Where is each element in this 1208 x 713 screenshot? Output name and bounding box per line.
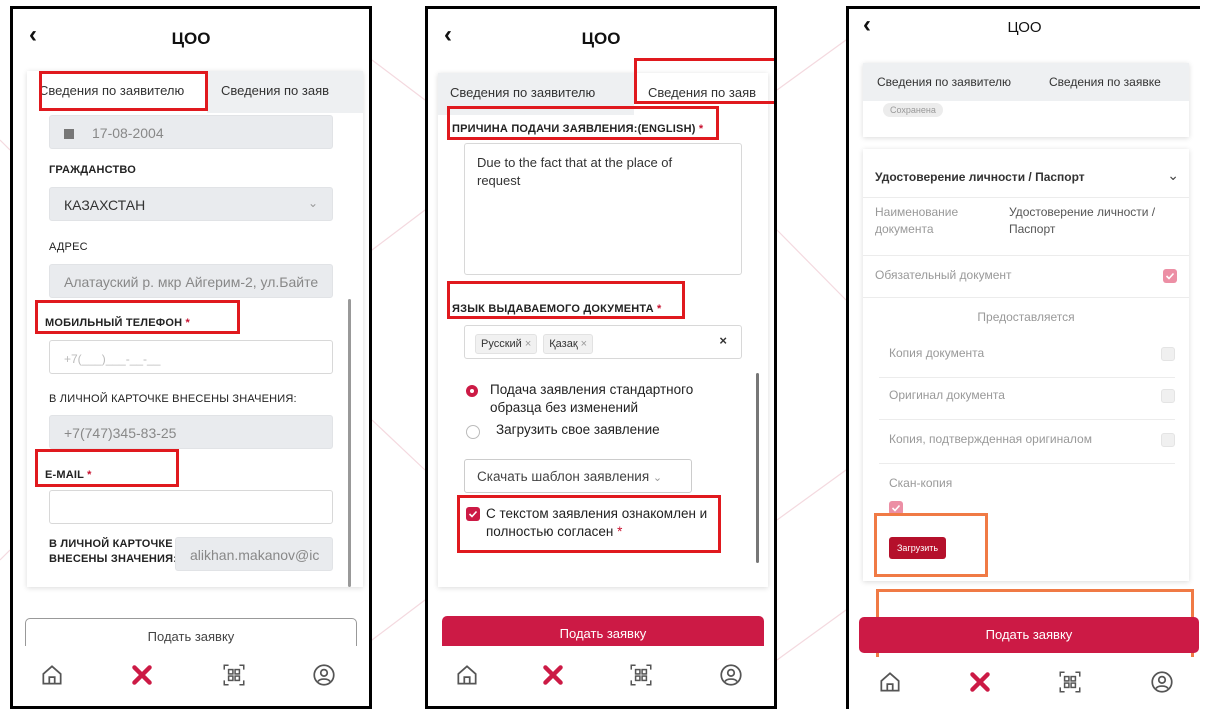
tools-icon[interactable] (967, 669, 993, 695)
form-card: Сведения по заявителю Сведения по заяв 1… (27, 71, 363, 587)
copy-checkbox[interactable] (1161, 347, 1175, 361)
qr-code-icon[interactable] (221, 662, 247, 688)
mandatory-label: Обязательный документ (875, 268, 1012, 282)
section-title: Удостоверение личности / Паспорт (875, 170, 1085, 184)
tab-applicant[interactable]: Сведения по заявителю (27, 71, 207, 113)
document-card: Удостоверение личности / Паспорт ⌄ Наиме… (863, 149, 1189, 581)
summary-card: Сведения по заявителю Сведения по заявке… (863, 63, 1189, 137)
qr-code-icon[interactable] (628, 662, 654, 688)
birthdate-field[interactable]: 17-08-2004 (49, 115, 333, 149)
original-checkbox[interactable] (1161, 389, 1175, 403)
scrollbar[interactable] (756, 373, 759, 563)
radio-standard[interactable] (466, 385, 478, 397)
citizenship-label: ГРАЖДАНСТВО (49, 164, 137, 176)
scan-checkbox[interactable] (889, 501, 903, 515)
top-bar: ‹ ЦОО (428, 9, 774, 67)
copy-label: Копия документа (889, 346, 985, 360)
doc-name-label: Наименование документа (875, 205, 959, 236)
phone-screen-applicant: ‹ ЦОО Сведения по заявителю Сведения по … (10, 6, 372, 709)
tab-application[interactable]: Сведения по заяв (634, 73, 768, 115)
home-icon[interactable] (39, 662, 65, 688)
radio-upload-own-label: Загрузить свое заявление (496, 422, 660, 437)
card-values-label-2: В ЛИЧНОЙ КАРТОЧКЕ ВНЕСЕНЫ ЗНАЧЕНИЯ: (49, 538, 178, 565)
top-bar: ‹ ЦОО (849, 9, 1200, 51)
certified-copy-label: Копия, подтвержденная оригиналом (889, 432, 1092, 446)
mandatory-checkbox (1163, 269, 1177, 283)
tab-applicant[interactable]: Сведения по заявителю (438, 73, 634, 115)
chevron-down-icon[interactable]: ⌄ (1167, 167, 1179, 184)
profile-icon[interactable] (1149, 669, 1175, 695)
email-label: E-MAIL * (45, 469, 92, 481)
profile-icon[interactable] (718, 662, 744, 688)
language-label: ЯЗЫК ВЫДАВАЕМОГО ДОКУМЕНТА * (452, 303, 662, 315)
scrollbar[interactable] (348, 299, 351, 587)
qr-code-icon[interactable] (1057, 669, 1083, 695)
chip-russian[interactable]: Русский × (475, 334, 538, 354)
card-values-label: В ЛИЧНОЙ КАРТОЧКЕ ВНЕСЕНЫ ЗНАЧЕНИЯ: (49, 393, 297, 405)
card-email-field: alikhan.makanov@ic (175, 537, 333, 571)
check-icon (468, 510, 478, 518)
phone-screen-application: ‹ ЦОО Сведения по заявителю Сведения по … (425, 6, 777, 709)
tab-applicant[interactable]: Сведения по заявителю (863, 63, 1029, 101)
card-phone-field: +7(747)345-83-25 (49, 415, 333, 449)
birthdate-value: 17-08-2004 (92, 125, 164, 141)
radio-upload-own[interactable] (466, 425, 480, 439)
check-icon (891, 504, 901, 512)
submit-button[interactable]: Подать заявку (859, 617, 1199, 653)
mobile-placeholder: +7(___)___-__-__ (64, 352, 161, 366)
bottom-navigation (428, 646, 774, 706)
address-field[interactable]: Алатауский р. мкр Айгерим-2, ул.Байте (49, 264, 333, 298)
email-input[interactable] (49, 490, 333, 524)
form-card: Сведения по заявителю Сведения по заяв П… (438, 73, 768, 587)
mobile-label: МОБИЛЬНЫЙ ТЕЛЕФОН * (45, 317, 190, 329)
status-badge: Сохранена (883, 103, 943, 117)
page-title: ЦОО (171, 29, 211, 48)
tools-icon[interactable] (540, 662, 566, 688)
citizenship-value: КАЗАХСТАН (64, 197, 146, 213)
agree-label: С текстом заявления ознакомлен и полност… (486, 506, 708, 539)
clear-all-icon[interactable]: × (719, 333, 727, 348)
address-label: АДРЕС (49, 241, 88, 253)
agree-checkbox[interactable] (466, 507, 480, 521)
provided-label: Предоставляется (977, 310, 1075, 324)
citizenship-select[interactable]: КАЗАХСТАН ⌄ (49, 187, 333, 221)
tools-icon[interactable] (129, 662, 155, 688)
upload-button[interactable]: Загрузить (889, 537, 947, 559)
doc-name-value: Удостоверение личности / Паспорт (1009, 205, 1156, 236)
certified-copy-checkbox[interactable] (1161, 433, 1175, 447)
radio-standard-label: Подача заявления стандартного образца бе… (490, 382, 694, 415)
profile-icon[interactable] (311, 662, 337, 688)
mobile-input[interactable]: +7(___)___-__-__ (49, 340, 333, 374)
scan-label: Скан-копия (889, 476, 953, 490)
language-multiselect[interactable]: Русский × Қазақ × × (464, 325, 742, 359)
tab-application[interactable]: Сведения по заявке (1029, 63, 1189, 101)
chip-kazakh[interactable]: Қазақ × (543, 334, 594, 354)
phone-screen-documents: ‹ ЦОО Сведения по заявителю Сведения по … (846, 6, 1200, 709)
home-icon[interactable] (877, 669, 903, 695)
page-title: ЦОО (1007, 19, 1042, 36)
bottom-navigation (13, 646, 369, 706)
chevron-down-icon: ⌄ (307, 196, 318, 210)
home-icon[interactable] (454, 662, 480, 688)
original-label: Оригинал документа (889, 388, 1005, 402)
page-title: ЦОО (581, 29, 621, 48)
calendar-icon (64, 129, 74, 139)
reason-textarea[interactable]: Due to the fact that at the place of req… (464, 143, 742, 275)
chevron-down-icon: ⌄ (652, 472, 663, 484)
download-template-button[interactable]: Скачать шаблон заявления ⌄ (464, 459, 692, 493)
reason-label: ПРИЧИНА ПОДАЧИ ЗАЯВЛЕНИЯ:(ENGLISH) * (452, 123, 704, 135)
tab-application[interactable]: Сведения по заяв (207, 71, 363, 113)
check-icon (1165, 272, 1175, 280)
top-bar: ‹ ЦОО (13, 9, 369, 67)
bottom-navigation (849, 657, 1200, 709)
